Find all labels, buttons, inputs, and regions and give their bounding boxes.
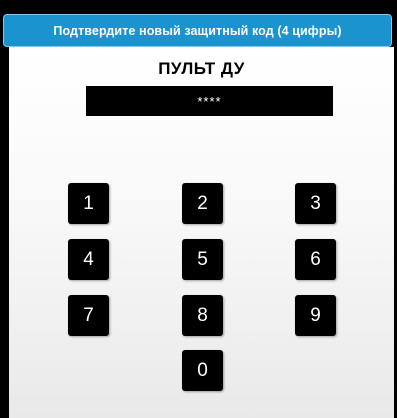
security-code-field[interactable]: **** xyxy=(86,86,333,116)
remote-heading: ПУЛЬТ ДУ xyxy=(158,59,245,78)
keypad-key-5[interactable]: 5 xyxy=(182,239,223,280)
keypad-key-8[interactable]: 8 xyxy=(182,295,223,336)
dialog-title-bar: Подтвердите новый защитный код (4 цифры) xyxy=(3,14,392,47)
dialog-panel: ПУЛЬТ ДУ **** 1 2 3 4 5 6 7 8 9 0 xyxy=(9,47,394,418)
keypad-key-3[interactable]: 3 xyxy=(295,183,336,224)
dialog-title: Подтвердите новый защитный код (4 цифры) xyxy=(53,23,342,38)
keypad-key-2[interactable]: 2 xyxy=(182,183,223,224)
security-code-value: **** xyxy=(197,93,222,109)
keypad-key-1[interactable]: 1 xyxy=(68,183,109,224)
keypad-key-7[interactable]: 7 xyxy=(68,295,109,336)
keypad-key-4[interactable]: 4 xyxy=(68,239,109,280)
security-code-dialog: Подтвердите новый защитный код (4 цифры)… xyxy=(0,0,397,418)
keypad-key-6[interactable]: 6 xyxy=(295,239,336,280)
keypad-key-9[interactable]: 9 xyxy=(295,295,336,336)
keypad-key-0[interactable]: 0 xyxy=(182,350,223,391)
